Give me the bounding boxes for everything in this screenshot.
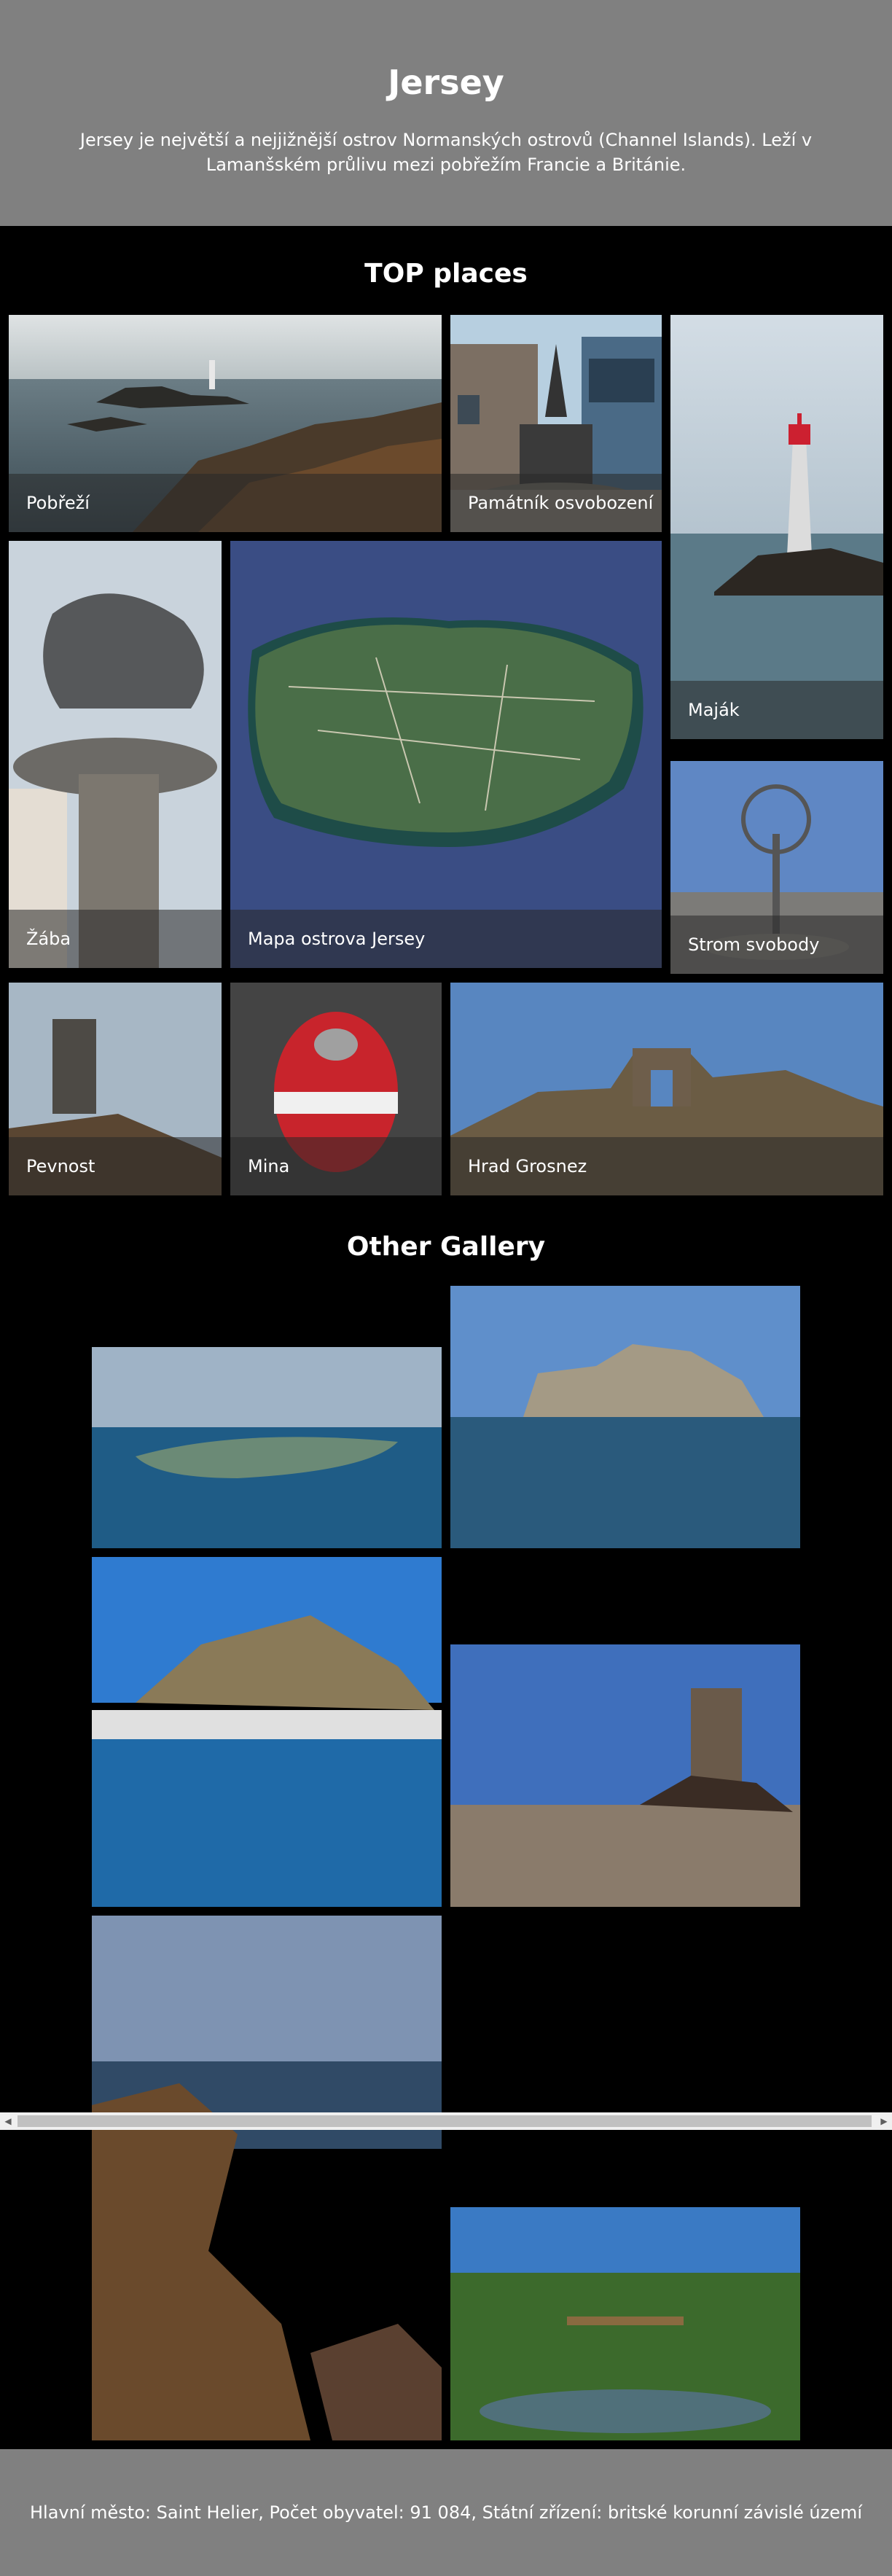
gallery-image-garden[interactable] [450,2207,800,2440]
tile-caption: Maják [670,681,883,739]
tile-island-map[interactable]: Mapa ostrova Jersey [230,541,662,968]
tile-caption: Hrad Grosnez [450,1137,883,1195]
gallery-image-cliffs[interactable] [92,1916,442,2440]
page-description: Jersey je největší a nejjižnější ostrov … [79,130,813,175]
gallery-image-seymour-tower[interactable] [450,1644,800,1907]
tile-fortress[interactable]: Pevnost [9,983,222,1195]
tile-caption: Mina [230,1137,442,1195]
scrollbar-thumb[interactable] [17,2115,872,2127]
tile-lighthouse[interactable]: Maják [670,315,883,739]
scroll-left-arrow-icon[interactable]: ◀ [0,2112,16,2130]
scroll-right-arrow-icon[interactable]: ▶ [876,2112,892,2130]
tile-frog[interactable]: Žába [9,541,222,968]
tile-liberty-tree[interactable]: Strom svobody [670,761,883,974]
frog-image [9,541,222,968]
tile-caption: Mapa ostrova Jersey [230,910,662,968]
tile-liberation-monument[interactable]: Památník osvobození [450,315,662,532]
page-title: Jersey [388,63,504,102]
horizontal-scrollbar[interactable]: ◀ ▶ [0,2112,892,2130]
tile-caption: Pobřeží [9,474,442,532]
lighthouse-image [670,315,883,739]
top-places-title: TOP places [364,259,528,289]
tile-mine[interactable]: Mina [230,983,442,1195]
tile-caption: Pevnost [9,1137,222,1195]
tile-grosnez-castle[interactable]: Hrad Grosnez [450,983,883,1195]
tile-caption: Žába [9,910,222,968]
tile-caption: Strom svobody [670,916,883,974]
gallery-image-aerial-island[interactable] [92,1347,442,1548]
page-header: Jersey Jersey je největší a nejjižnější … [0,0,892,226]
other-gallery-title: Other Gallery [346,1232,546,1262]
gallery-image-elizabeth-castle[interactable] [450,1286,800,1548]
page-footer: Hlavní město: Saint Helier, Počet obyvat… [0,2449,892,2576]
tile-coast[interactable]: Pobřeží [9,315,442,532]
map-image [230,541,662,968]
gallery-image-gorey-harbour[interactable] [92,1557,442,1907]
tile-caption: Památník osvobození [450,474,662,532]
